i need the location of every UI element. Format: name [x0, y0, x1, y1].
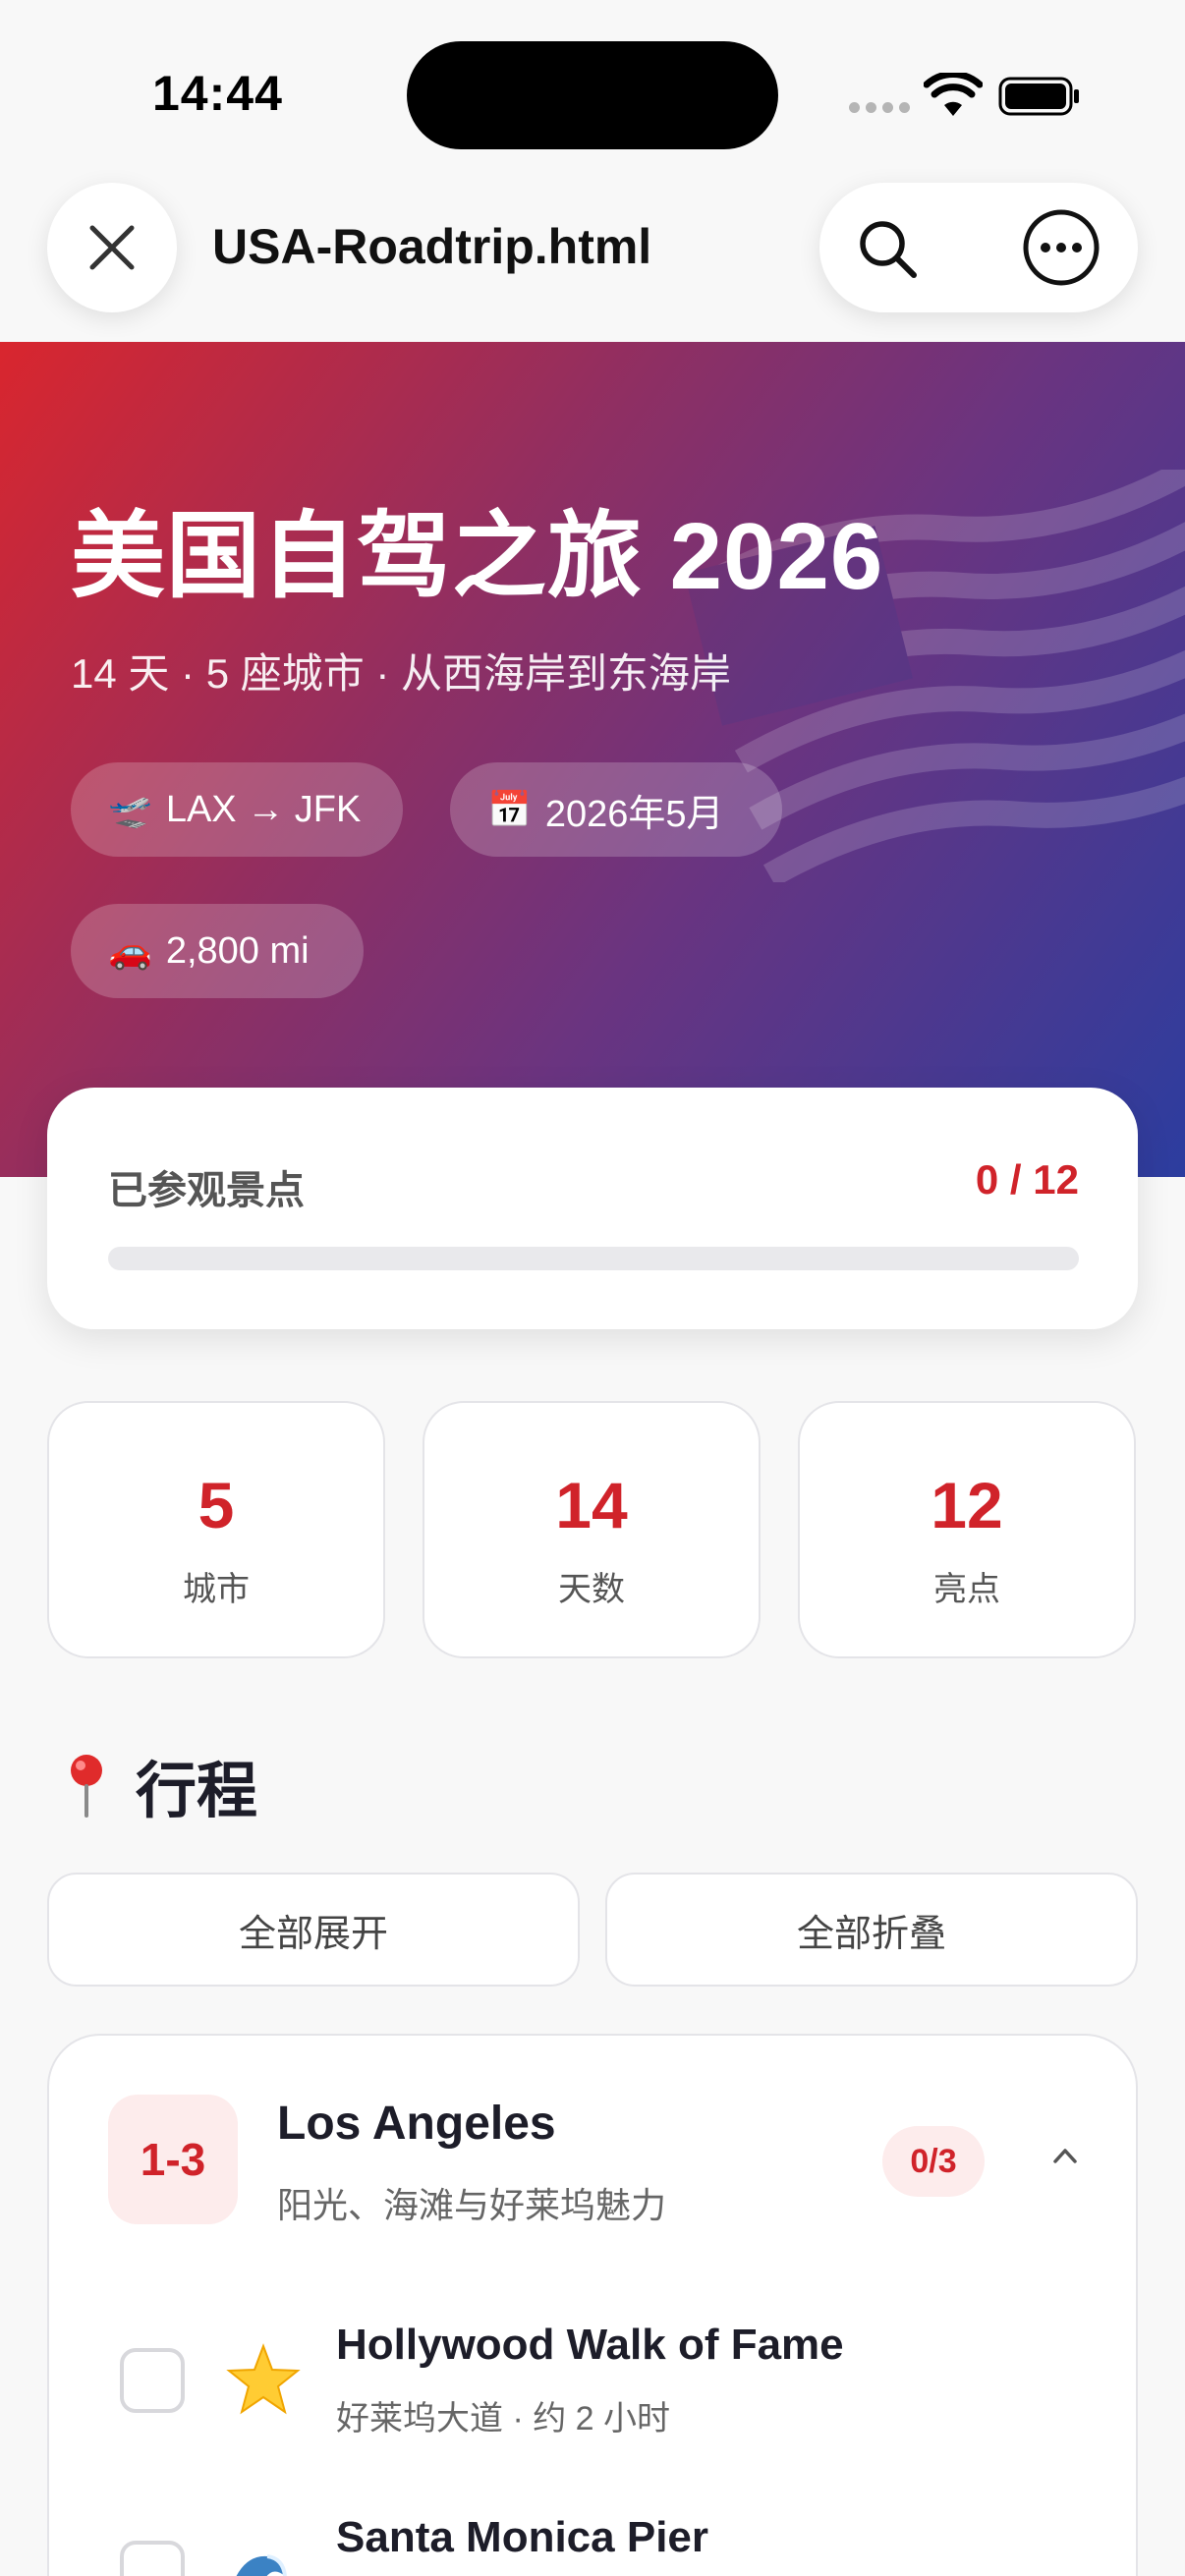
- close-icon: [89, 225, 135, 270]
- battery-icon: [998, 77, 1079, 116]
- stat-days: 14 天数: [423, 1401, 761, 1658]
- spot-name: Hollywood Walk of Fame: [336, 2321, 844, 2369]
- calendar-icon: 📅: [487, 789, 532, 829]
- stat-label: 城市: [183, 1571, 250, 1608]
- dynamic-island: [407, 41, 778, 149]
- stat-value: 14: [555, 1469, 628, 1541]
- progress-label: 已参观景点: [108, 1169, 305, 1212]
- stat-value: 5: [198, 1469, 235, 1541]
- stat-cities: 5 城市: [47, 1401, 385, 1658]
- expand-all-button[interactable]: 全部展开: [47, 1873, 580, 1987]
- progress-bar: [108, 1247, 1079, 1270]
- stat-value: 12: [931, 1469, 1003, 1541]
- city-name: Los Angeles: [277, 2098, 556, 2150]
- visited-checkbox[interactable]: [120, 2541, 185, 2576]
- progress-count: 0 / 12: [975, 1156, 1079, 1203]
- more-options-icon[interactable]: [1020, 206, 1102, 289]
- city-tagline: 阳光、海滩与好莱坞魅力: [277, 2185, 667, 2225]
- date-label: 2026年5月: [544, 793, 724, 835]
- itinerary-header: 行程: [63, 1741, 257, 1829]
- wifi-icon: [924, 73, 983, 116]
- cellular-signal-icon: [849, 102, 910, 113]
- visited-count-badge: 0/3: [882, 2126, 985, 2197]
- spot-description: 好莱坞大道 · 约 2 小时: [336, 2400, 671, 2437]
- nav-actions: [819, 183, 1138, 312]
- hero-subtitle: 14 天 · 5 座城市 · 从西海岸到东海岸: [71, 650, 732, 697]
- status-time: 14:44: [152, 66, 283, 121]
- airplane-icon: 🛫: [108, 789, 152, 829]
- distance-chip: 🚗 2,800 mi: [71, 904, 364, 998]
- list-item: Hollywood Walk of Fame 好莱坞大道 · 约 2 小时: [120, 2321, 1083, 2438]
- chevron-up-icon[interactable]: [1044, 2134, 1087, 2177]
- hero-title: 美国自驾之旅 2026: [71, 504, 884, 609]
- pin-icon: [71, 1755, 102, 1818]
- close-button[interactable]: [47, 183, 177, 312]
- city-card-los-angeles[interactable]: 1-3 Los Angeles 阳光、海滩与好莱坞魅力 0/3 Hollywoo…: [47, 2034, 1138, 2576]
- status-bar: 14:44: [0, 0, 1185, 187]
- visited-checkbox[interactable]: [120, 2348, 185, 2413]
- day-range-badge: 1-3: [108, 2095, 238, 2224]
- section-title: 行程: [136, 1758, 258, 1825]
- route-label: LAX → JFK: [165, 788, 362, 830]
- stat-label: 亮点: [933, 1571, 1000, 1608]
- progress-card: 已参观景点 0 / 12: [47, 1088, 1138, 1329]
- wave-icon: [236, 2554, 287, 2576]
- list-item: Santa Monica Pier: [120, 2513, 1083, 2576]
- page-title: USA-Roadtrip.html: [212, 219, 652, 274]
- collapse-all-button[interactable]: 全部折叠: [605, 1873, 1138, 1987]
- distance-label: 2,800 mi: [165, 929, 310, 972]
- car-icon: 🚗: [108, 930, 152, 971]
- search-icon[interactable]: [855, 216, 920, 281]
- star-icon: [226, 2343, 301, 2415]
- stat-label: 天数: [558, 1571, 625, 1608]
- hero-banner: 美国自驾之旅 2026 14 天 · 5 座城市 · 从西海岸到东海岸 🛫 LA…: [0, 342, 1185, 1177]
- stat-highlights: 12 亮点: [798, 1401, 1136, 1658]
- spot-name: Santa Monica Pier: [336, 2513, 709, 2561]
- date-chip: 📅 2026年5月: [450, 762, 782, 857]
- route-chip: 🛫 LAX → JFK: [71, 762, 403, 857]
